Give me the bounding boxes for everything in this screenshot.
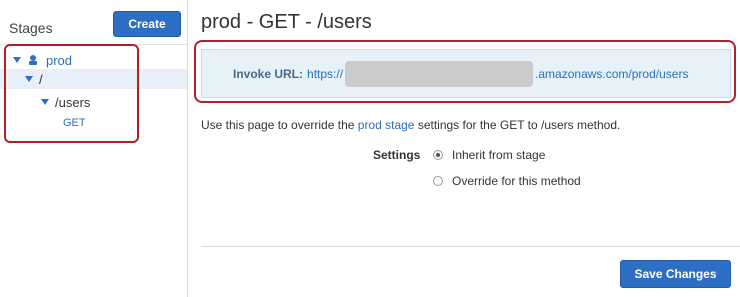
tree-item-users-resource[interactable]: /users <box>0 92 187 112</box>
stage-icon <box>29 55 37 65</box>
stages-sidebar: Stages Create prod / /users GET <box>0 0 188 297</box>
inherit-radio-label: Inherit from stage <box>452 148 546 162</box>
expand-arrow-icon[interactable] <box>13 57 21 63</box>
settings-label: Settings <box>373 148 421 162</box>
inherit-radio[interactable] <box>433 150 443 160</box>
sidebar-divider <box>0 44 187 45</box>
save-changes-button[interactable]: Save Changes <box>620 260 731 288</box>
inherit-from-stage-option[interactable]: Inherit from stage <box>433 148 545 162</box>
tree-item-root-label: / <box>39 71 43 87</box>
description-text: Use this page to override the prod stage… <box>201 118 620 132</box>
invoke-url-suffix[interactable]: .amazonaws.com/prod/users <box>535 67 688 81</box>
description-before: Use this page to override the <box>201 118 358 132</box>
description-after: settings for the GET to /users method. <box>414 118 621 132</box>
override-method-option[interactable]: Override for this method <box>433 174 581 188</box>
create-button[interactable]: Create <box>113 11 181 37</box>
tree-item-stage-label: prod <box>46 52 73 68</box>
main-divider <box>201 246 740 247</box>
expand-arrow-icon[interactable] <box>41 99 49 105</box>
invoke-url-label: Invoke URL: <box>233 66 304 81</box>
page-title: prod - GET - /users <box>201 11 372 33</box>
tree-item-root-resource[interactable]: / <box>0 69 187 89</box>
override-radio[interactable] <box>433 176 443 186</box>
expand-arrow-icon[interactable] <box>25 76 33 82</box>
override-radio-label: Override for this method <box>452 174 581 188</box>
tree-item-method-label: GET <box>63 117 86 129</box>
invoke-url-panel: Invoke URL: https:// .amazonaws.com/prod… <box>201 49 731 98</box>
stages-heading: Stages <box>9 20 53 36</box>
prod-stage-link[interactable]: prod stage <box>358 118 415 132</box>
tree-item-stage[interactable]: prod <box>0 50 187 70</box>
tree-item-users-label: /users <box>55 94 91 110</box>
invoke-url-prefix[interactable]: https:// <box>307 67 343 81</box>
tree-item-get-method[interactable]: GET <box>0 113 187 133</box>
redacted-url-box <box>345 60 534 87</box>
